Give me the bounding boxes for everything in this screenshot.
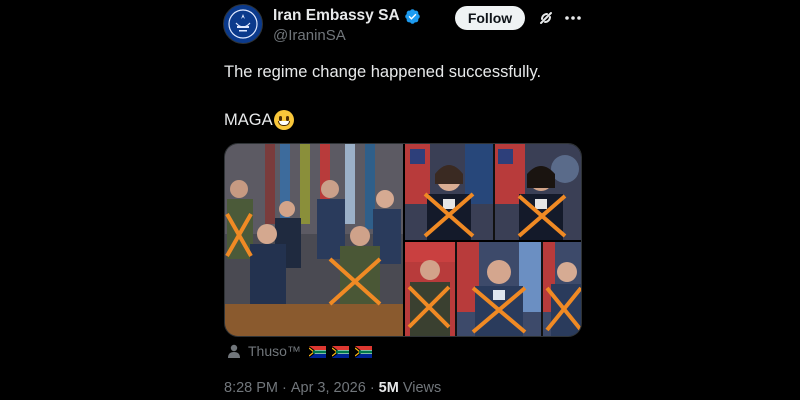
grinning-face-emoji-icon (273, 110, 294, 130)
tweet: Iran Embassy SA @IraninSA Follow The reg… (0, 0, 800, 400)
tweet-text-line2: MAGA (224, 111, 273, 129)
views-count[interactable]: 5M (379, 380, 399, 396)
south-africa-flag-icon (308, 346, 326, 359)
portrait-general-army[interactable] (405, 242, 455, 336)
grok-icon[interactable] (536, 8, 556, 28)
tweet-date[interactable]: Apr 3, 2026 (291, 380, 366, 396)
media-grid[interactable] (224, 143, 582, 337)
avatar[interactable] (223, 4, 263, 44)
author-display-name[interactable]: Iran Embassy SA (273, 7, 400, 25)
group-photo-generals[interactable] (225, 144, 403, 336)
photo-tag-attribution[interactable]: Thuso™ (226, 343, 372, 359)
follow-button[interactable]: Follow (455, 6, 525, 30)
views-label: Views (402, 380, 442, 396)
tweet-text-line2-row: MAGA (224, 110, 584, 130)
meta-separator: · (369, 380, 375, 396)
author-handle[interactable]: @IraninSA (273, 27, 346, 44)
south-africa-flag-icon (354, 346, 372, 359)
verified-badge-icon[interactable] (404, 8, 421, 25)
portrait-officer-airforce[interactable] (543, 242, 581, 336)
author-name-row: Iran Embassy SA (273, 7, 421, 25)
portrait-admiral-1[interactable] (405, 144, 493, 240)
embassy-emblem-icon (228, 9, 258, 39)
tweet-text: The regime change happened successfully.… (224, 62, 584, 130)
south-africa-flag-icon (331, 346, 349, 359)
tweet-text-line1: The regime change happened successfully. (224, 63, 542, 81)
tweet-meta: 8:28 PM · Apr 3, 2026 · 5M Views (224, 380, 441, 396)
tweet-time[interactable]: 8:28 PM (224, 380, 278, 396)
flags (307, 343, 372, 359)
portrait-general-airforce[interactable] (457, 242, 541, 336)
person-icon (226, 343, 242, 359)
meta-separator: · (282, 380, 287, 396)
portrait-admiral-2[interactable] (495, 144, 581, 240)
more-options-icon[interactable] (563, 8, 583, 28)
tagged-user-label: Thuso™ (248, 343, 301, 359)
